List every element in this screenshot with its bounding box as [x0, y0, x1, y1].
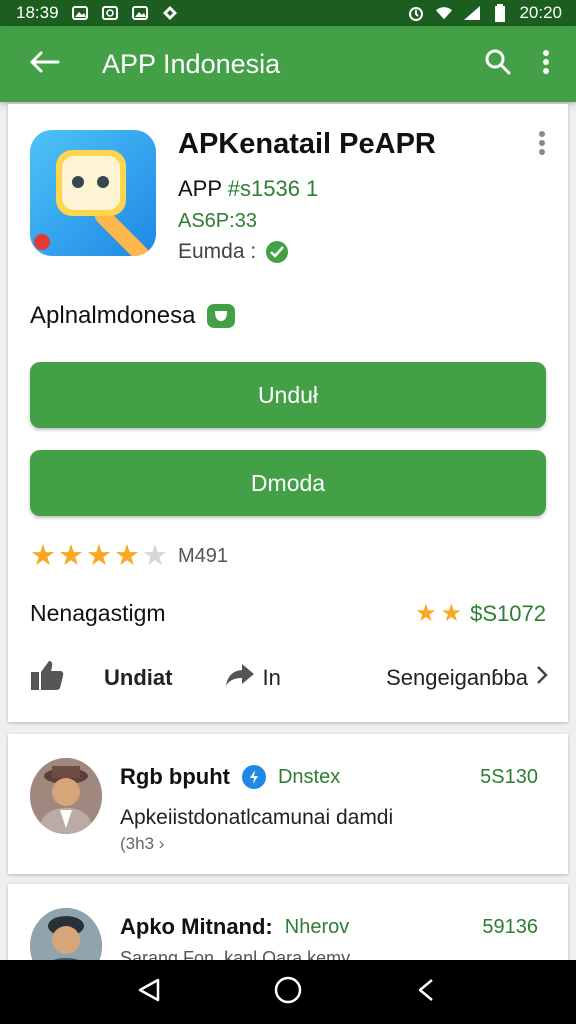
developer-prefix: APP [178, 176, 222, 201]
info-row: Nenagastigm ★ ★ $S1072 [30, 600, 546, 627]
alarm-icon [407, 5, 425, 21]
reviewer-name: Apko Mitnand: [120, 914, 273, 939]
app-icon [30, 130, 156, 256]
chevron-right-icon [536, 665, 548, 691]
star-empty-icon: ★ [142, 540, 168, 572]
like-label: Undiat [104, 665, 173, 690]
developer-code: #s1536 1 [227, 176, 319, 201]
app-version: AS6P:33 [178, 210, 257, 232]
star-icon: ★ [30, 540, 56, 572]
avatar [30, 758, 102, 834]
app-category: Eumda : [178, 240, 289, 264]
image-icon [71, 5, 89, 21]
back-button[interactable] [14, 26, 74, 102]
home-circle-icon[interactable] [273, 975, 303, 1010]
sync-icon [101, 5, 119, 21]
more-link[interactable]: Sengeiganɓba [386, 665, 548, 691]
back-triangle-icon[interactable] [136, 977, 162, 1008]
app-bar: APP Indonesia [0, 26, 576, 102]
thumbs-up-icon [30, 659, 64, 697]
review-text: Apkeiistdonatlcamunai damdi [120, 806, 394, 829]
star-icon: ★ [86, 540, 112, 572]
info-value: $S1072 [470, 600, 546, 626]
tag-badge-icon [207, 304, 236, 328]
verified-check-icon [266, 241, 289, 263]
category-label: Eumda : [178, 240, 257, 263]
download-button[interactable]: Unduł [30, 362, 546, 428]
review-card[interactable]: Rgb bpuht Dnstex 5S130 Apkeiistdonatlcam… [8, 734, 568, 874]
secondary-button[interactable]: Dmoda [30, 450, 546, 516]
battery-icon [491, 4, 509, 22]
review-score: 59136 [482, 916, 538, 938]
image-icon [131, 5, 149, 21]
reviewer-name-row: Rgb bpuht Dnstex [120, 764, 340, 790]
share-arrow-icon [224, 662, 256, 694]
system-nav-bar [0, 960, 576, 1024]
app-name: APKenatail PeAPR [178, 128, 436, 160]
star-icon: ★ [58, 540, 84, 572]
subtitle-text: Aplnalmdonesa [30, 302, 196, 329]
like-button[interactable]: Undiat [30, 659, 172, 697]
app-subtitle: Aplnalmdonesa [30, 302, 236, 330]
app-developer: APP #s1536 1 [178, 176, 318, 202]
app-detail-card: APKenatail PeAPR APP #s1536 1 AS6P:33 Eu… [8, 104, 568, 722]
rating-count: M491 [178, 545, 229, 567]
share-label: In [262, 665, 281, 690]
more-vert-icon[interactable] [538, 130, 546, 161]
page-title: APP Indonesia [102, 48, 281, 79]
more-label: Sengeiganɓba [386, 665, 528, 690]
search-icon[interactable] [484, 48, 512, 81]
review-meta[interactable]: (3h3 › [120, 834, 164, 854]
review-score: 5S130 [480, 766, 538, 788]
star-icon: ★ [114, 540, 140, 572]
wifi-icon [435, 5, 453, 21]
diamond-icon [161, 5, 179, 21]
share-button[interactable]: In [224, 662, 281, 694]
status-time-right: 20:20 [519, 3, 562, 22]
bolt-icon [241, 765, 266, 789]
reviewer-tag: Nherov [284, 915, 350, 938]
reviewer-name-row: Apko Mitnand: Nherov [120, 914, 349, 940]
recents-icon[interactable] [414, 977, 440, 1008]
rating-row: ★ ★ ★ ★ ★ M491 [30, 542, 228, 571]
info-label: Nenagastigm [30, 600, 166, 626]
reviewer-tag: Dnstex [277, 765, 341, 788]
more-vert-icon[interactable] [542, 49, 550, 80]
signal-icon [463, 5, 481, 21]
star-icon: ★ [415, 599, 437, 627]
back-arrow-icon [28, 50, 60, 79]
star-icon: ★ [440, 599, 463, 627]
status-time: 18:39 [16, 3, 59, 22]
action-row: Undiat In Sengeiganɓba [30, 658, 548, 698]
status-bar: 18:39 20:20 [0, 0, 576, 26]
reviewer-name: Rgb bpuht [120, 764, 230, 789]
